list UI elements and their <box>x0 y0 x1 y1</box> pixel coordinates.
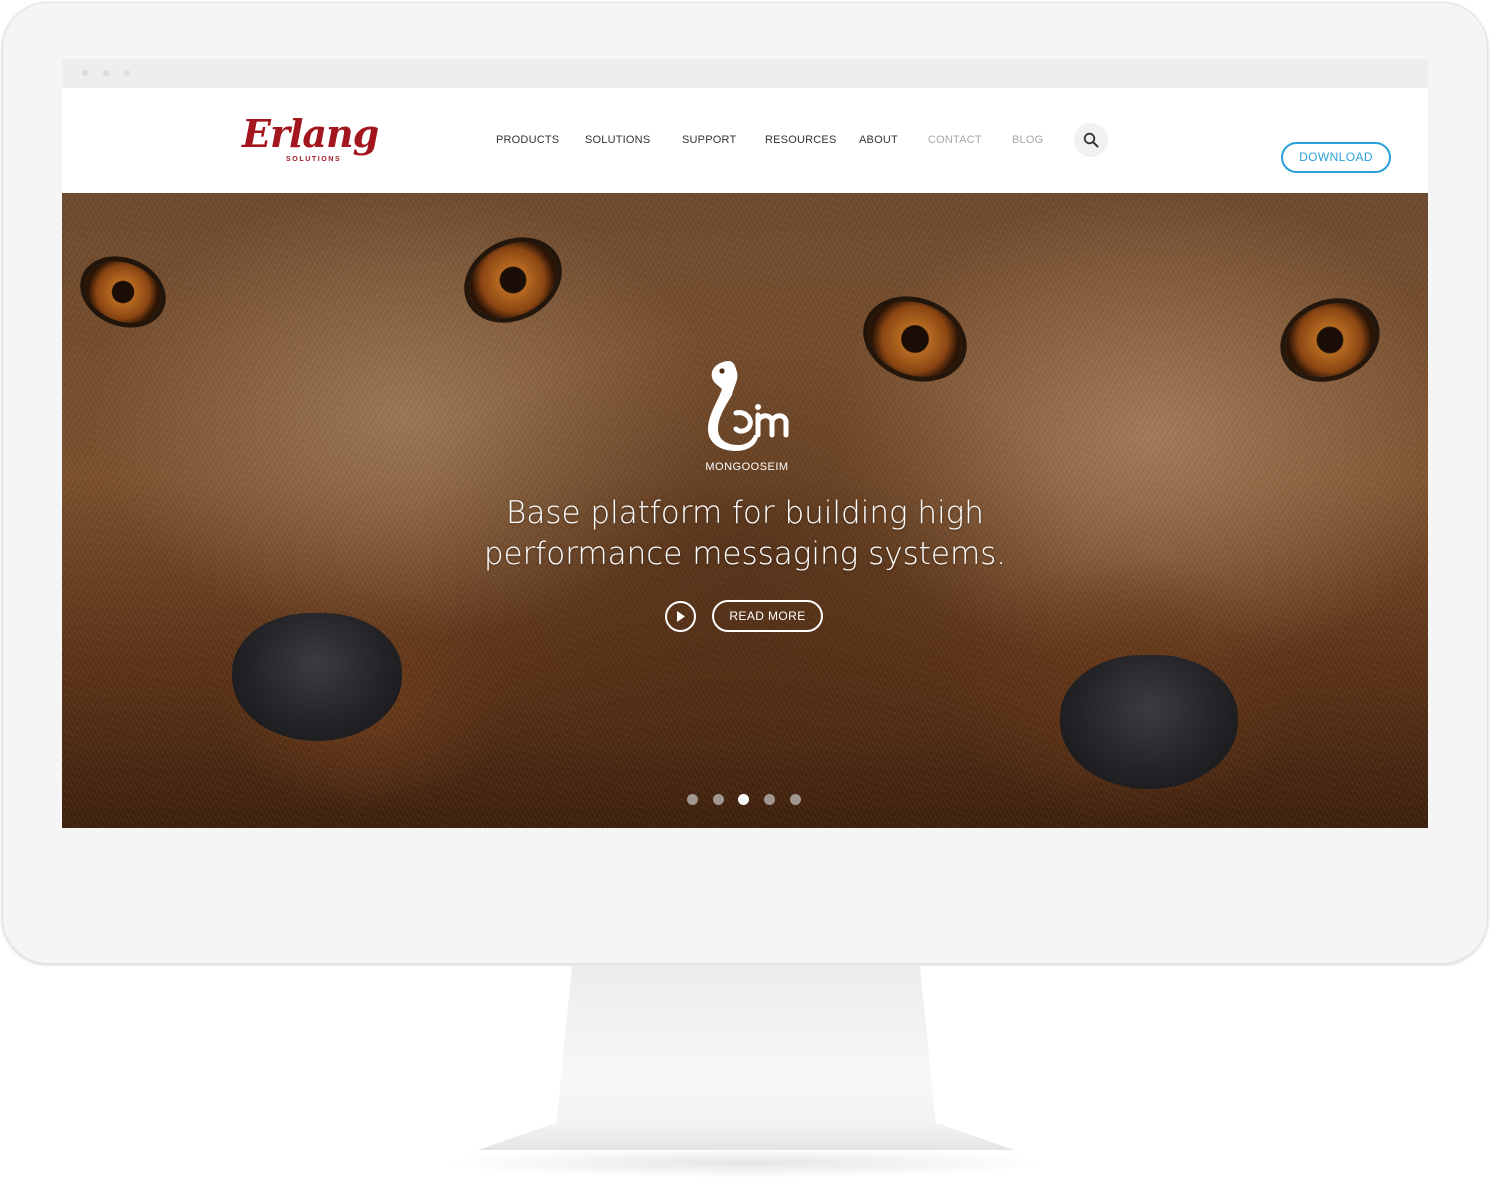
mongooseim-logo <box>708 361 789 451</box>
stage: Erlang SOLUTIONS PRODUCTS SOLUTIONS SUPP… <box>0 0 1491 1199</box>
site-header: Erlang SOLUTIONS PRODUCTS SOLUTIONS SUPP… <box>62 88 1428 193</box>
monitor-stand-base <box>478 1124 1014 1150</box>
slider-dot-4[interactable] <box>764 794 775 805</box>
logo-subtitle: SOLUTIONS <box>286 156 342 163</box>
window-maximize-dot[interactable] <box>124 70 130 76</box>
window-close-dot[interactable] <box>82 70 88 76</box>
hero-headline: Base platform for building high performa… <box>445 493 1045 575</box>
download-button[interactable]: DOWNLOAD <box>1281 142 1391 173</box>
nav-solutions[interactable]: SOLUTIONS <box>585 134 650 146</box>
slider-dot-2[interactable] <box>713 794 724 805</box>
hero-slider: MONGOOSEIM Base platform for building hi… <box>62 193 1428 828</box>
browser-title-bar <box>62 59 1428 88</box>
play-video-button[interactable] <box>665 601 696 632</box>
slider-dot-3[interactable] <box>738 794 749 805</box>
window-minimize-dot[interactable] <box>103 70 109 76</box>
nav-support[interactable]: SUPPORT <box>682 134 736 146</box>
nav-about[interactable]: ABOUT <box>859 134 898 146</box>
nav-resources[interactable]: RESOURCES <box>765 134 836 146</box>
play-icon <box>677 611 685 622</box>
nav-products[interactable]: PRODUCTS <box>496 134 559 146</box>
read-more-button[interactable]: READ MORE <box>712 600 823 632</box>
monitor-screen: Erlang SOLUTIONS PRODUCTS SOLUTIONS SUPP… <box>62 59 1428 828</box>
mongooseim-brand-name: MONGOOSEIM <box>705 461 789 473</box>
logo-wordmark: Erlang <box>242 111 379 156</box>
erlang-solutions-logo[interactable]: Erlang SOLUTIONS <box>242 112 379 170</box>
search-icon <box>1083 132 1099 148</box>
monitor-base-shadow <box>440 1148 1052 1178</box>
hero-headline-line-1: Base platform for building high <box>506 495 984 531</box>
slider-dot-5[interactable] <box>790 794 801 805</box>
nav-blog[interactable]: BLOG <box>1012 134 1043 146</box>
search-button[interactable] <box>1074 123 1108 157</box>
monitor-stand-neck <box>556 966 936 1128</box>
slider-dot-1[interactable] <box>687 794 698 805</box>
nav-contact[interactable]: CONTACT <box>928 134 982 146</box>
hero-headline-line-2: performance messaging systems. <box>483 536 1007 572</box>
